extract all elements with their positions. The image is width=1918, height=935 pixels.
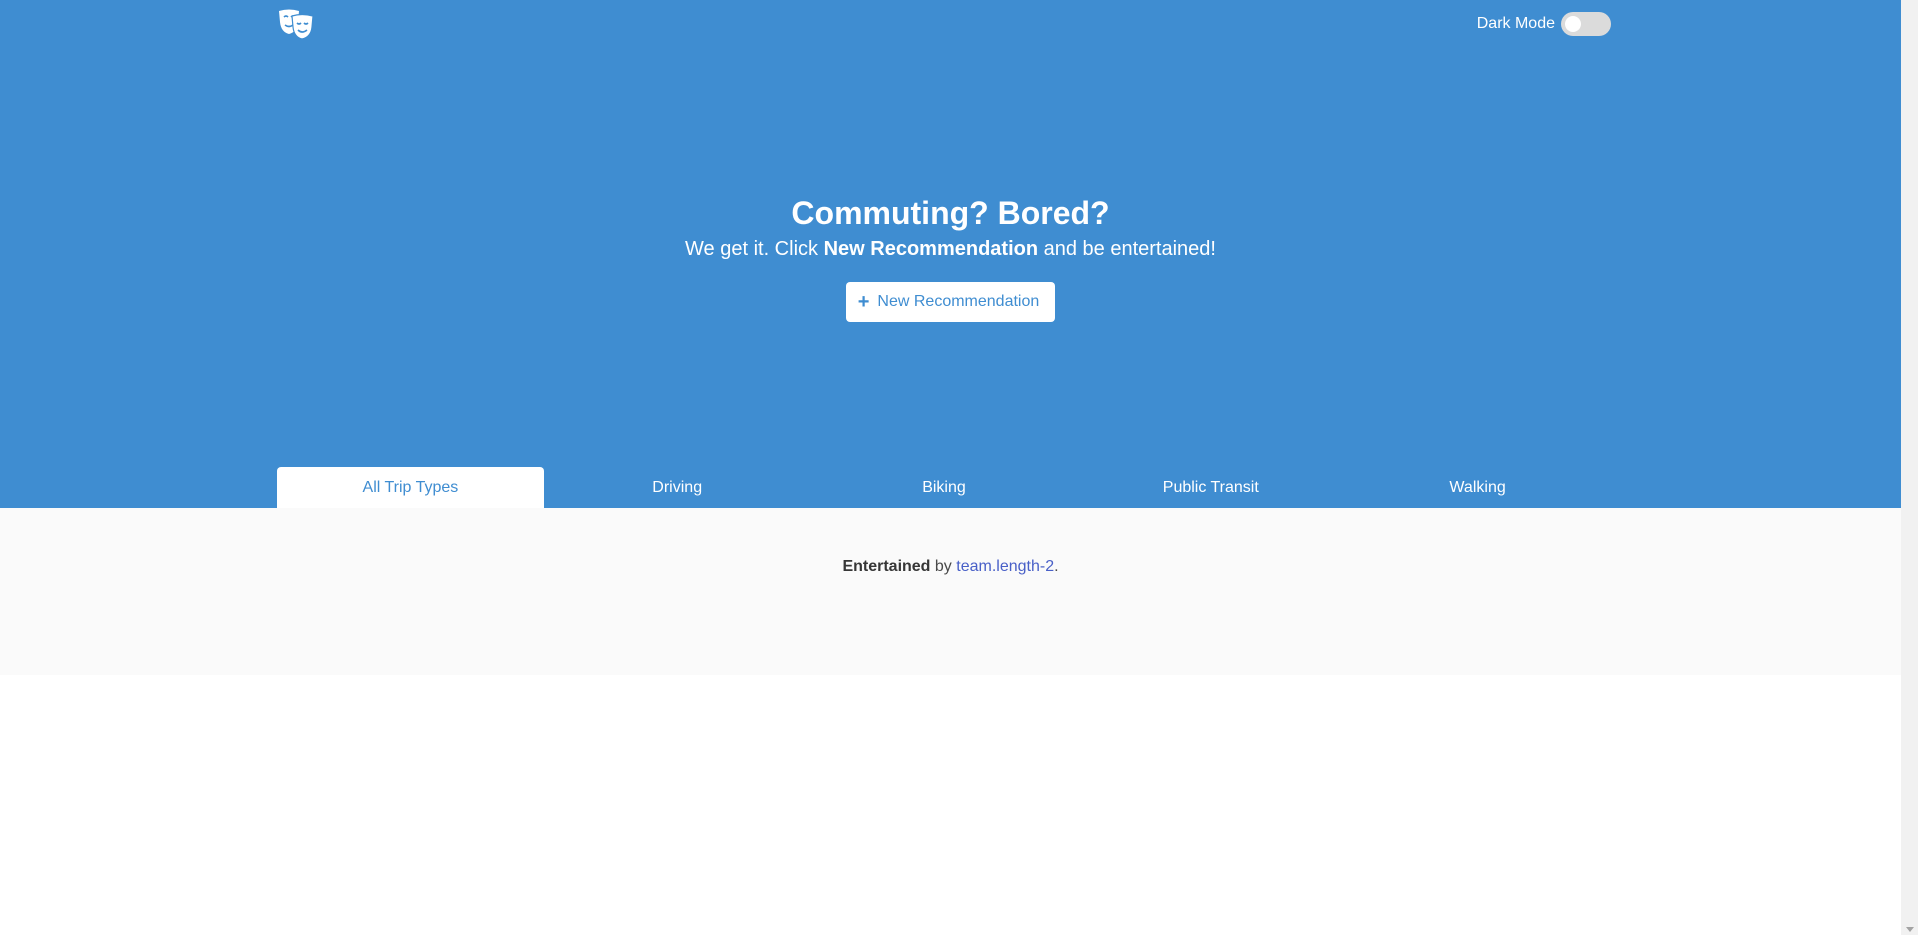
dark-mode-toggle[interactable]: Dark Mode: [1477, 12, 1611, 36]
tab-walking[interactable]: Walking: [1344, 467, 1611, 508]
subtitle-text-after: and be entertained!: [1038, 238, 1216, 260]
hero-section: Dark Mode Commuting? Bored? We get it. C…: [0, 0, 1901, 508]
hero-subtitle: We get it. Click New Recommendation and …: [0, 236, 1901, 262]
subtitle-strong: New Recommendation: [823, 238, 1039, 260]
vertical-scrollbar[interactable]: [1901, 0, 1918, 935]
tab-driving[interactable]: Driving: [544, 467, 811, 508]
footer: Entertained by team.length-2.: [0, 508, 1901, 675]
tab-all-trip-types[interactable]: All Trip Types: [277, 467, 544, 508]
tab-public-transit[interactable]: Public Transit: [1077, 467, 1344, 508]
subtitle-text-before: We get it. Click: [685, 238, 824, 260]
footer-strong: Entertained: [842, 558, 931, 575]
new-recommendation-button[interactable]: + New Recommendation: [845, 282, 1056, 322]
footer-end: .: [1054, 558, 1059, 575]
switch-knob: [1565, 16, 1581, 32]
team-link[interactable]: team.length-2: [956, 558, 1054, 575]
tab-biking[interactable]: Biking: [811, 467, 1078, 508]
dark-mode-switch[interactable]: [1561, 12, 1611, 36]
trip-type-tabs: All Trip Types Driving Biking Public Tra…: [277, 467, 1611, 508]
scroll-down-arrow-icon[interactable]: [1906, 927, 1914, 932]
new-recommendation-label: New Recommendation: [877, 293, 1040, 310]
theater-masks-icon[interactable]: [277, 8, 315, 40]
navbar: Dark Mode: [277, 0, 1611, 48]
dark-mode-label: Dark Mode: [1476, 15, 1555, 32]
footer-by: by: [930, 558, 957, 575]
hero-body: Commuting? Bored? We get it. Click New R…: [0, 190, 1901, 322]
plus-icon: +: [857, 291, 870, 313]
hero-title: Commuting? Bored?: [791, 195, 1110, 231]
